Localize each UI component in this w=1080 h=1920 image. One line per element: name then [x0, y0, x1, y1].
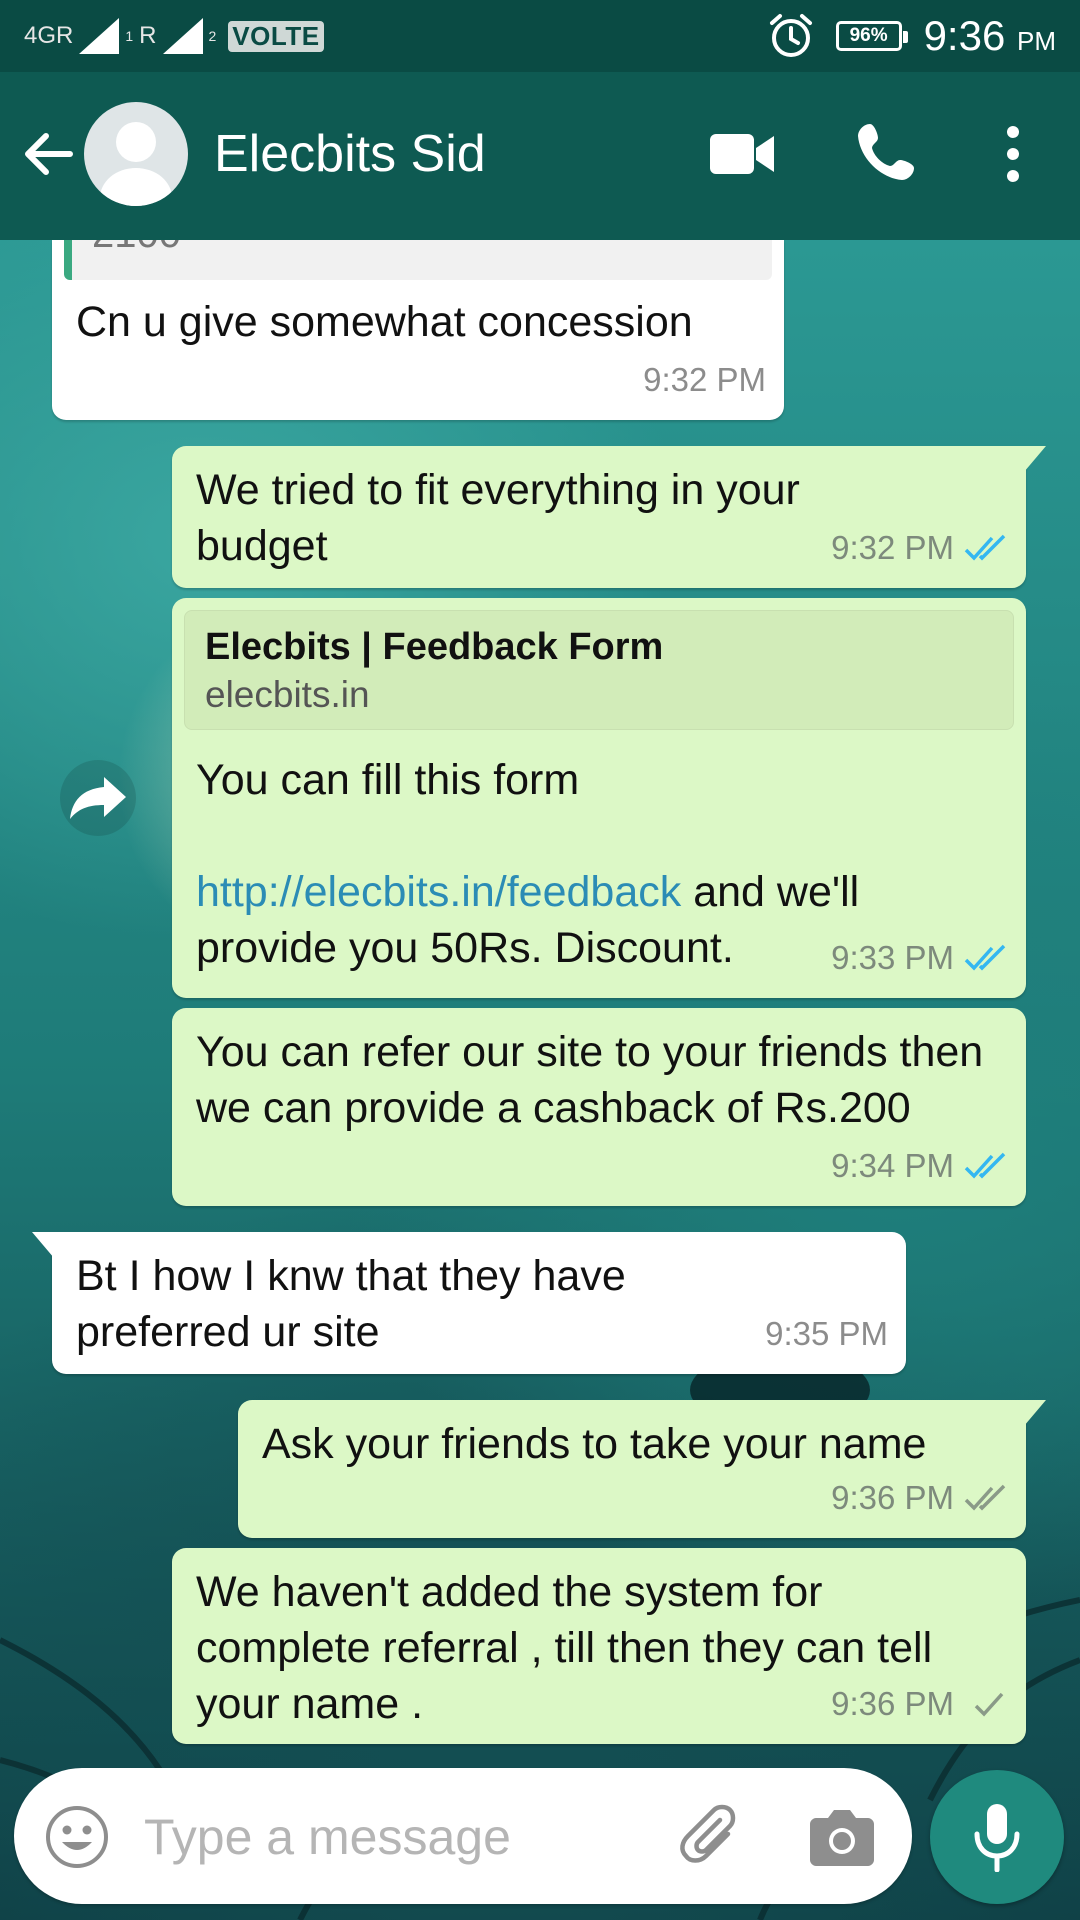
video-call-icon[interactable]	[710, 128, 776, 180]
outgoing-link-message[interactable]: Elecbits | Feedback Form elecbits.in You…	[172, 598, 1026, 998]
outgoing-message[interactable]: Ask your friends to take your name 9:36 …	[238, 1400, 1046, 1538]
contact-name[interactable]: Elecbits Sid	[214, 124, 486, 184]
message-input[interactable]	[144, 1806, 564, 1868]
message-time: 9:33 PM	[831, 939, 954, 976]
clock-time: 9:36	[923, 12, 1006, 59]
signal-icon	[162, 18, 203, 54]
read-double-tick-icon	[964, 534, 1006, 561]
alarm-icon	[769, 14, 812, 57]
read-double-tick-icon	[964, 944, 1006, 971]
message-time: 9:36 PM	[831, 1685, 954, 1722]
forward-button[interactable]	[60, 760, 136, 836]
volte-badge: VOLTE	[228, 20, 324, 52]
message-text: You can refer our site to your friends t…	[196, 1028, 984, 1132]
outgoing-message[interactable]: We tried to fit everything in your budge…	[172, 446, 1046, 588]
message-meta: 9:32 PM	[831, 520, 1008, 576]
signal-icon	[79, 18, 120, 54]
message-meta: 9:36 PM	[831, 1470, 1008, 1526]
link-preview-domain: elecbits.in	[205, 674, 370, 715]
outgoing-message[interactable]: We haven't added the system for complete…	[172, 1548, 1026, 1744]
mic-button[interactable]	[930, 1770, 1064, 1904]
voice-call-icon[interactable]	[856, 120, 918, 182]
message-time: 9:36 PM	[831, 1479, 954, 1516]
clock-ampm: PM	[1017, 26, 1056, 56]
message-time: 9:34 PM	[831, 1147, 954, 1184]
message-meta: 9:36 PM	[831, 1676, 1008, 1732]
sim-slot-1: 1	[125, 28, 134, 44]
incoming-message[interactable]: 2100 Cn u give somewhat concession 9:32 …	[52, 240, 784, 420]
message-meta: 9:34 PM	[831, 1138, 1008, 1194]
bubble-tail	[1016, 446, 1046, 472]
attach-icon[interactable]	[678, 1804, 746, 1872]
bubble-tail	[32, 1232, 62, 1258]
feedback-link[interactable]: http://elecbits.in/feedback	[196, 868, 681, 916]
message-text: Ask your friends to take your name	[262, 1420, 927, 1468]
message-time: 9:35 PM	[765, 1315, 888, 1352]
battery-level: 96%	[849, 25, 888, 46]
incoming-message[interactable]: Bt I how I knw that they have preferred …	[32, 1232, 906, 1374]
outgoing-message[interactable]: You can refer our site to your friends t…	[172, 1008, 1026, 1206]
quoted-message[interactable]: 2100	[64, 240, 772, 280]
battery-icon: 96%	[835, 21, 908, 51]
network-label-2: R	[139, 22, 157, 49]
read-double-tick-icon	[964, 1152, 1006, 1179]
link-preview[interactable]: Elecbits | Feedback Form elecbits.in	[184, 610, 1014, 730]
sent-single-tick-icon	[974, 1692, 1004, 1717]
sim-slot-2: 2	[208, 28, 217, 44]
message-meta: 9:33 PM	[831, 930, 1008, 986]
emoji-icon[interactable]	[44, 1804, 110, 1870]
message-meta: 9:32 PM	[643, 352, 766, 408]
bubble-tail	[1016, 1400, 1046, 1426]
clock: 9:36 PM	[924, 12, 1056, 60]
avatar[interactable]	[84, 102, 188, 206]
network-label-1: 4GR	[24, 22, 74, 49]
delivered-double-tick-icon	[964, 1484, 1006, 1511]
message-line: You can fill this form	[196, 756, 580, 804]
message-composer	[14, 1768, 912, 1904]
message-time: 9:32 PM	[643, 361, 766, 398]
more-options-icon[interactable]	[998, 124, 1028, 184]
default-avatar-icon	[100, 122, 172, 206]
message-meta: 9:35 PM	[765, 1306, 888, 1362]
link-preview-title: Elecbits | Feedback Form	[205, 626, 664, 668]
message-time: 9:32 PM	[831, 529, 954, 566]
chat-header: Elecbits Sid	[0, 72, 1080, 240]
camera-icon[interactable]	[810, 1806, 874, 1866]
mic-icon	[974, 1804, 1020, 1872]
signal-indicators: 4GR 1 R 2 VOLTE	[24, 12, 324, 60]
forward-arrow-icon	[70, 777, 126, 819]
quoted-text: 2100	[92, 240, 181, 256]
back-arrow-icon[interactable]	[20, 126, 76, 182]
status-bar: 4GR 1 R 2 VOLTE 96% 9:36 PM	[0, 0, 1080, 72]
